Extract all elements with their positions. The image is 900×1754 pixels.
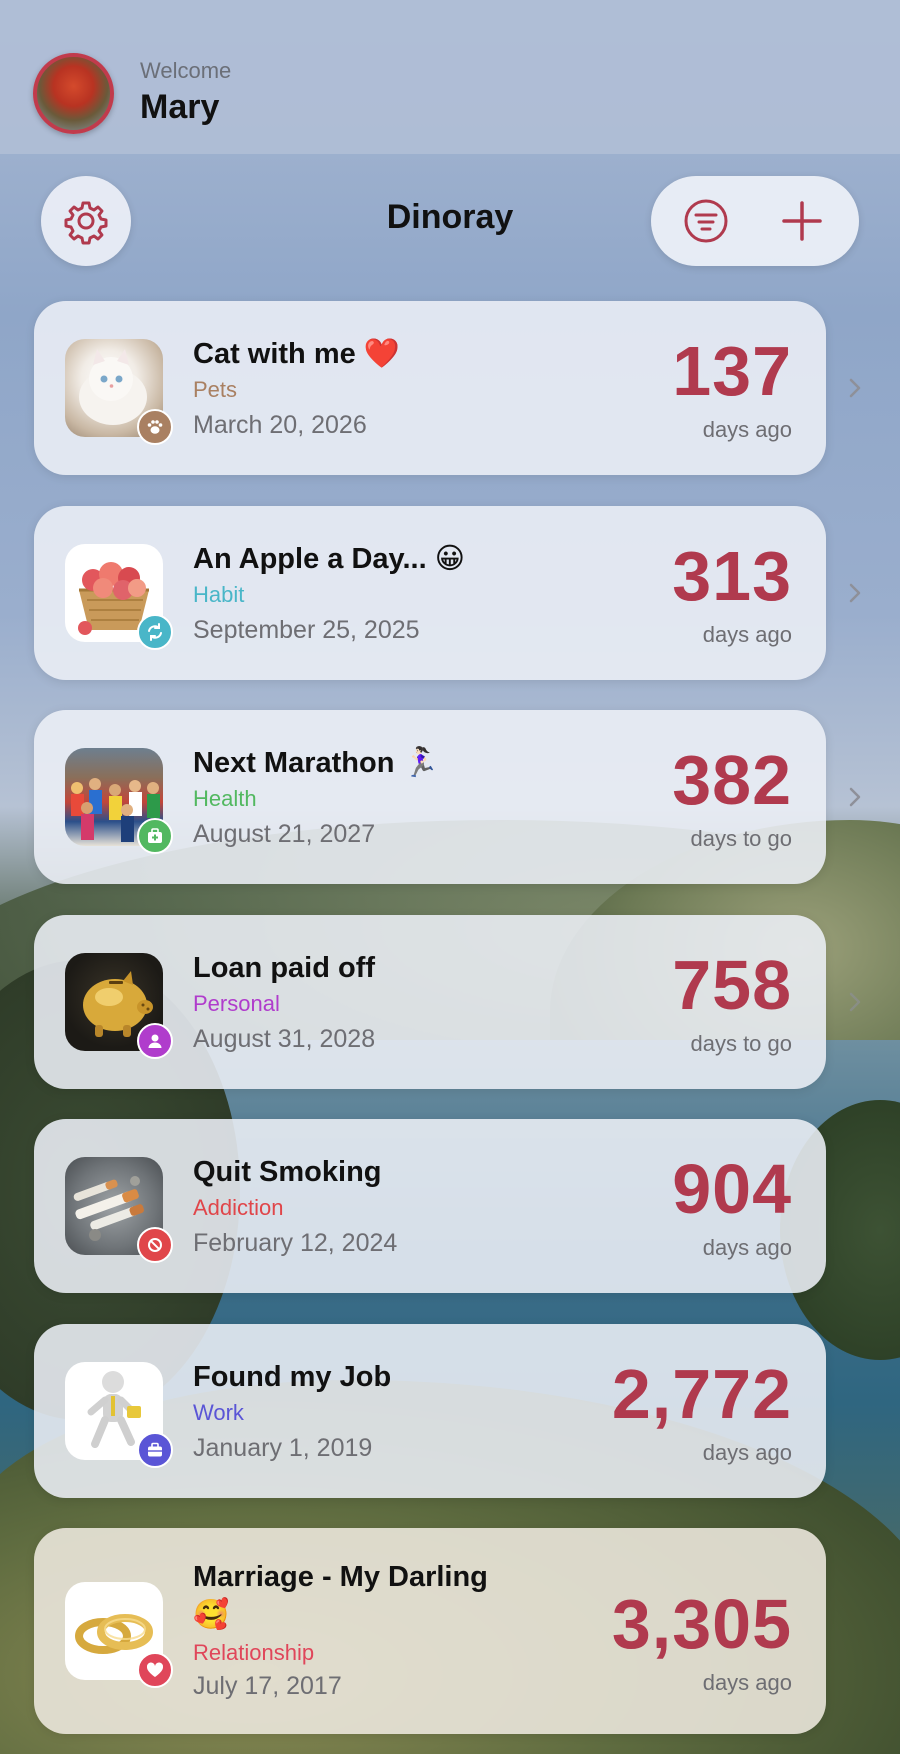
day-count: 3,305 bbox=[611, 1585, 792, 1663]
event-date: July 17, 2017 bbox=[193, 1672, 342, 1700]
chevron-right-icon[interactable] bbox=[845, 987, 865, 1017]
prohibited-icon bbox=[137, 1227, 173, 1263]
event-date: September 25, 2025 bbox=[193, 616, 420, 644]
event-date: February 12, 2024 bbox=[193, 1229, 398, 1257]
event-title: Cat with me ❤️ bbox=[193, 338, 400, 370]
welcome-label: Welcome bbox=[140, 58, 232, 83]
day-count: 313 bbox=[672, 537, 792, 615]
day-count-unit: days ago bbox=[702, 1235, 792, 1260]
event-card[interactable]: An Apple a Day... 😀 Habit September 25, … bbox=[34, 506, 826, 680]
event-category: Addiction bbox=[193, 1195, 284, 1220]
paw-icon bbox=[137, 409, 173, 445]
event-title: Found my Job bbox=[193, 1361, 392, 1393]
person-icon bbox=[137, 1023, 173, 1059]
event-category: Pets bbox=[193, 377, 238, 402]
event-title: Quit Smoking bbox=[193, 1156, 382, 1188]
day-count-unit: days ago bbox=[702, 1440, 792, 1465]
day-count-unit: days ago bbox=[702, 1670, 792, 1695]
day-count-unit: days ago bbox=[702, 417, 792, 442]
event-card[interactable]: Found my Job Work January 1, 2019 2,772 … bbox=[34, 1324, 826, 1498]
event-category: Work bbox=[193, 1400, 244, 1425]
briefcase-icon bbox=[137, 1432, 173, 1468]
event-date: March 20, 2026 bbox=[193, 411, 367, 439]
event-category: Personal bbox=[193, 991, 280, 1016]
event-category: Habit bbox=[193, 582, 245, 607]
filter-button[interactable] bbox=[661, 176, 751, 266]
avatar[interactable] bbox=[33, 53, 114, 134]
event-date: January 1, 2019 bbox=[193, 1434, 373, 1462]
medkit-icon bbox=[137, 818, 173, 854]
plus-icon bbox=[782, 201, 822, 241]
chevron-right-icon[interactable] bbox=[845, 782, 865, 812]
event-category: Relationship bbox=[193, 1640, 315, 1665]
event-title: An Apple a Day... 😀 bbox=[193, 543, 465, 575]
event-title: Loan paid off bbox=[193, 952, 376, 984]
username: Mary bbox=[140, 88, 220, 126]
day-count: 2,772 bbox=[611, 1355, 792, 1433]
event-date: August 31, 2028 bbox=[193, 1025, 376, 1053]
event-card[interactable]: Marriage - My Darling 🥰 Relationship Jul… bbox=[34, 1528, 826, 1734]
event-title: Marriage - My Darling 🥰 bbox=[193, 1561, 488, 1631]
day-count: 382 bbox=[672, 741, 792, 819]
toolbar-actions bbox=[651, 176, 859, 266]
event-date: August 21, 2027 bbox=[193, 820, 376, 848]
welcome-header: Welcome Mary bbox=[0, 0, 900, 154]
repeat-icon bbox=[137, 614, 173, 650]
event-title: Next Marathon 🏃🏻‍♀️ bbox=[193, 747, 439, 779]
filter-icon bbox=[684, 199, 728, 243]
day-count: 137 bbox=[672, 332, 792, 410]
heart-icon bbox=[137, 1652, 173, 1688]
event-card[interactable]: Quit Smoking Addiction February 12, 2024… bbox=[34, 1119, 826, 1293]
chevron-right-icon[interactable] bbox=[845, 578, 865, 608]
event-category: Health bbox=[193, 786, 257, 811]
day-count-unit: days to go bbox=[690, 1031, 792, 1056]
day-count: 904 bbox=[672, 1150, 792, 1228]
event-card[interactable]: Next Marathon 🏃🏻‍♀️ Health August 21, 20… bbox=[34, 710, 826, 884]
add-event-button[interactable] bbox=[757, 176, 847, 266]
event-card[interactable]: Loan paid off Personal August 31, 2028 7… bbox=[34, 915, 826, 1089]
day-count: 758 bbox=[672, 946, 792, 1024]
chevron-right-icon[interactable] bbox=[845, 373, 865, 403]
event-card[interactable]: Cat with me ❤️ Pets March 20, 2026 137 d… bbox=[34, 301, 826, 475]
day-count-unit: days to go bbox=[690, 826, 792, 851]
day-count-unit: days ago bbox=[702, 622, 792, 647]
